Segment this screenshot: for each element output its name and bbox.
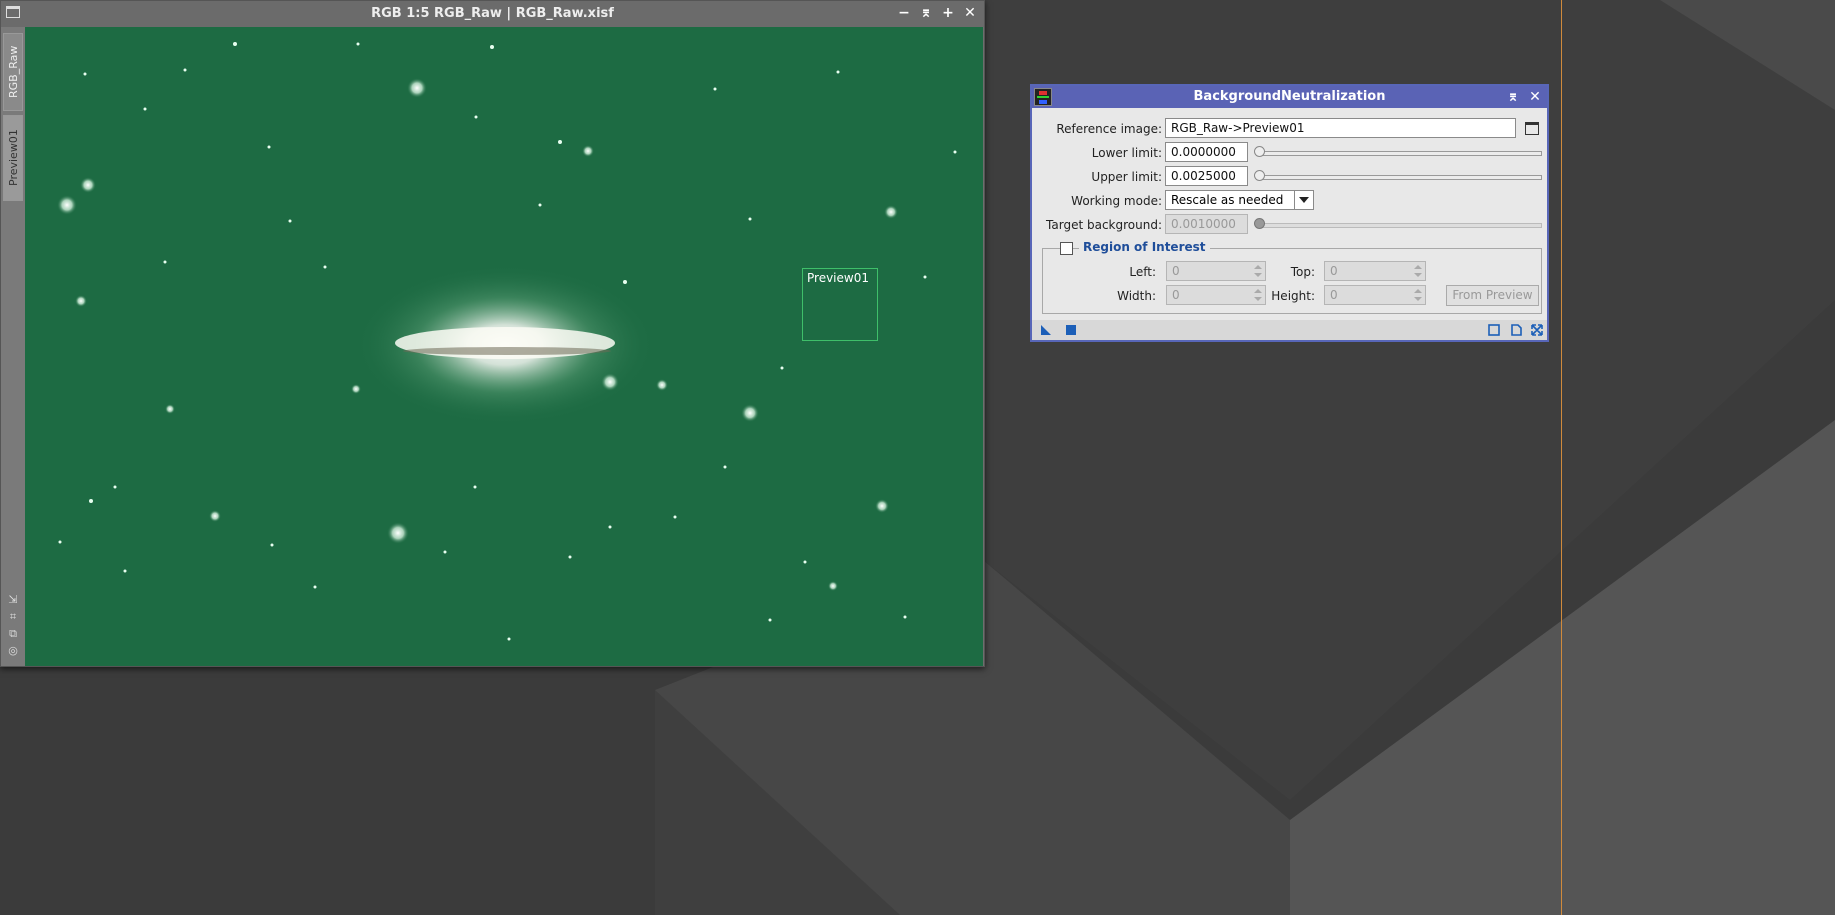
target-background-field[interactable]: 0.0010000	[1165, 214, 1248, 234]
clone-view-icon[interactable]: ⧉	[6, 627, 20, 641]
close-button[interactable]: ✕	[962, 4, 978, 22]
image-window-titlebar[interactable]: RGB 1:5 RGB_Raw | RGB_Raw.xisf − ⌆ + ✕	[1, 1, 984, 27]
dialog-titlebar[interactable]: BackgroundNeutralization ⌆ ✕	[1032, 86, 1547, 108]
dialog-close-button[interactable]: ✕	[1527, 88, 1543, 106]
spin-up-icon[interactable]	[1412, 287, 1424, 295]
expand-icon[interactable]	[1531, 324, 1543, 336]
working-mode-value: Rescale as needed	[1171, 193, 1284, 207]
roi-top-label: Top:	[1290, 265, 1315, 279]
guide-line	[1561, 0, 1562, 915]
dialog-footer	[1032, 320, 1547, 340]
reference-image-field[interactable]: RGB_Raw->Preview01	[1165, 118, 1516, 138]
roi-top-spinbox[interactable]: 0	[1324, 261, 1426, 281]
zoom-fit-icon[interactable]: ⇲	[6, 593, 20, 607]
minimize-button[interactable]: −	[896, 4, 912, 22]
tab-rgb-raw[interactable]: RGB_Raw	[3, 33, 23, 111]
galaxy-image	[57, 42, 957, 641]
lower-limit-field[interactable]: 0.0000000	[1165, 142, 1248, 162]
shade-button[interactable]: ⌆	[918, 4, 934, 22]
mask-icon[interactable]: ◎	[6, 644, 20, 658]
spin-down-icon[interactable]	[1412, 271, 1424, 279]
select-view-icon[interactable]	[1525, 122, 1539, 135]
from-preview-button[interactable]: From Preview	[1446, 285, 1539, 306]
background-neutralization-dialog[interactable]: BackgroundNeutralization ⌆ ✕ Reference i…	[1030, 84, 1549, 342]
image-window-title: RGB 1:5 RGB_Raw | RGB_Raw.xisf	[371, 6, 614, 21]
fit-view-icon[interactable]: ⌗	[6, 610, 20, 624]
working-mode-select[interactable]: Rescale as needed	[1165, 190, 1314, 210]
slider-handle[interactable]	[1254, 146, 1265, 157]
image-canvas[interactable]: Preview01	[25, 27, 983, 666]
roi-top-value: 0	[1330, 264, 1338, 278]
roi-checkbox[interactable]	[1060, 242, 1073, 255]
tab-preview01[interactable]: Preview01	[3, 115, 23, 201]
slider-handle[interactable]	[1254, 218, 1265, 229]
apply-global-icon[interactable]	[1065, 324, 1077, 336]
upper-limit-label: Upper limit:	[1091, 170, 1162, 184]
upper-limit-slider[interactable]	[1254, 170, 1542, 182]
roi-title: Region of Interest	[1079, 240, 1210, 254]
reference-image-label: Reference image:	[1056, 122, 1162, 136]
roi-height-label: Height:	[1271, 289, 1315, 303]
roi-height-value: 0	[1330, 288, 1338, 302]
target-background-label: Target background:	[1046, 218, 1162, 232]
roi-height-spinbox[interactable]: 0	[1324, 285, 1426, 305]
lower-limit-slider[interactable]	[1254, 146, 1542, 158]
maximize-button[interactable]: +	[940, 4, 956, 22]
working-mode-label: Working mode:	[1071, 194, 1162, 208]
upper-limit-field[interactable]: 0.0025000	[1165, 166, 1248, 186]
preview-label: Preview01	[807, 271, 869, 285]
dialog-shade-button[interactable]: ⌆	[1505, 88, 1521, 106]
slider-handle[interactable]	[1254, 170, 1265, 181]
spin-up-icon[interactable]	[1412, 263, 1424, 271]
reset-icon[interactable]	[1510, 324, 1522, 336]
lower-limit-label: Lower limit:	[1091, 146, 1162, 160]
image-window-sidebar: RGB_Raw Preview01 ⇲ ⌗ ⧉ ◎	[1, 27, 25, 666]
target-background-slider[interactable]	[1254, 218, 1542, 230]
new-instance-icon[interactable]	[1040, 324, 1052, 336]
image-window[interactable]: RGB 1:5 RGB_Raw | RGB_Raw.xisf − ⌆ + ✕ R…	[0, 0, 985, 667]
dialog-title: BackgroundNeutralization	[1193, 89, 1386, 104]
spin-down-icon[interactable]	[1412, 295, 1424, 303]
chevron-down-icon[interactable]	[1294, 191, 1313, 209]
browse-documentation-icon[interactable]	[1488, 324, 1500, 336]
region-of-interest-group: Region of Interest Left: 0 Top: 0 Width:…	[1042, 240, 1542, 314]
preview-rectangle[interactable]: Preview01	[802, 268, 878, 341]
